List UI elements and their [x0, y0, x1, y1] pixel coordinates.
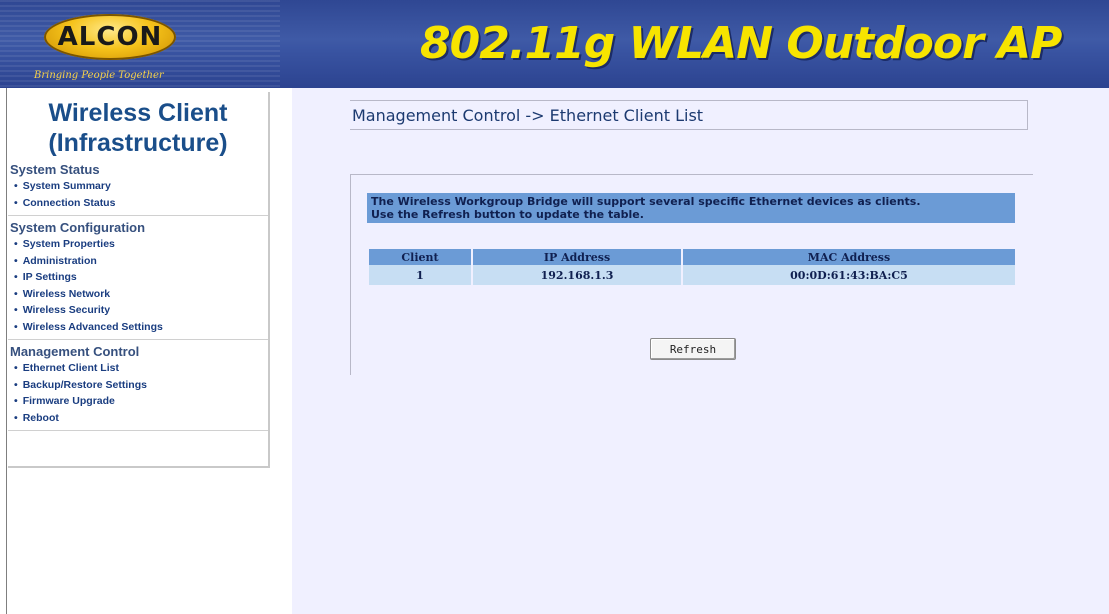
menu-heading-system-status: System Status	[10, 162, 100, 177]
refresh-button[interactable]: Refresh	[650, 338, 736, 360]
menu-item-administration[interactable]: Administration	[14, 253, 268, 270]
info-text-line1: The Wireless Workgroup Bridge will suppo…	[371, 195, 921, 208]
menu-item-ip-settings[interactable]: IP Settings	[14, 269, 268, 286]
menu-item-wireless-network[interactable]: Wireless Network	[14, 286, 268, 303]
sidebar-title-line2: (Infrastructure)	[48, 129, 228, 157]
page-title: Management Control -> Ethernet Client Li…	[350, 100, 1028, 130]
sidebar-title-line1: Wireless Client	[48, 99, 228, 127]
sidebar-edge	[6, 88, 7, 614]
menu-item-wireless-advanced-settings[interactable]: Wireless Advanced Settings	[14, 319, 268, 336]
menu-section-management-control: Management Control Ethernet Client List …	[8, 340, 268, 431]
menu-section-system-status: System Status System Summary Connection …	[8, 158, 268, 216]
menu-item-wireless-security[interactable]: Wireless Security	[14, 302, 268, 319]
sidebar-menu: Wireless Client (Infrastructure) System …	[8, 92, 270, 468]
menu-item-backup-restore-settings[interactable]: Backup/Restore Settings	[14, 377, 268, 394]
menu-item-system-summary[interactable]: System Summary	[14, 178, 268, 195]
info-banner: The Wireless Workgroup Bridge will suppo…	[367, 193, 1015, 223]
ip-address-cell: 192.168.1.3	[473, 265, 681, 285]
logo-text: ALCON	[57, 22, 163, 52]
logo-oval: ALCON	[44, 14, 176, 60]
sidebar-title: Wireless Client (Infrastructure)	[8, 98, 268, 158]
logo-tagline: Bringing People Together	[34, 70, 164, 81]
column-header-client: Client	[369, 249, 471, 265]
header-banner: ALCON Bringing People Together 802.11g W…	[0, 0, 1109, 88]
logo: ALCON Bringing People Together	[34, 10, 204, 88]
menu-item-firmware-upgrade[interactable]: Firmware Upgrade	[14, 393, 268, 410]
menu-item-system-properties[interactable]: System Properties	[14, 236, 268, 253]
ethernet-client-table: Client IP Address MAC Address 1 192.168.…	[367, 249, 1017, 285]
client-number-cell: 1	[369, 265, 471, 285]
table-header-row: Client IP Address MAC Address	[369, 249, 1015, 265]
column-header-ip-address: IP Address	[473, 249, 681, 265]
menu-heading-system-configuration: System Configuration	[10, 220, 146, 235]
menu-item-ethernet-client-list[interactable]: Ethernet Client List	[14, 360, 268, 377]
menu-section-system-configuration: System Configuration System Properties A…	[8, 216, 268, 340]
mac-address-cell: 00:0D:61:43:BA:C5	[683, 265, 1015, 285]
menu-item-connection-status[interactable]: Connection Status	[14, 195, 268, 212]
menu-heading-management-control: Management Control	[10, 344, 140, 359]
table-row: 1 192.168.1.3 00:0D:61:43:BA:C5	[369, 265, 1015, 285]
menu-item-reboot[interactable]: Reboot	[14, 410, 268, 427]
info-text-line2: Use the Refresh button to update the tab…	[371, 208, 644, 221]
column-header-mac-address: MAC Address	[683, 249, 1015, 265]
product-title: 802.11g WLAN Outdoor AP	[420, 18, 1062, 69]
